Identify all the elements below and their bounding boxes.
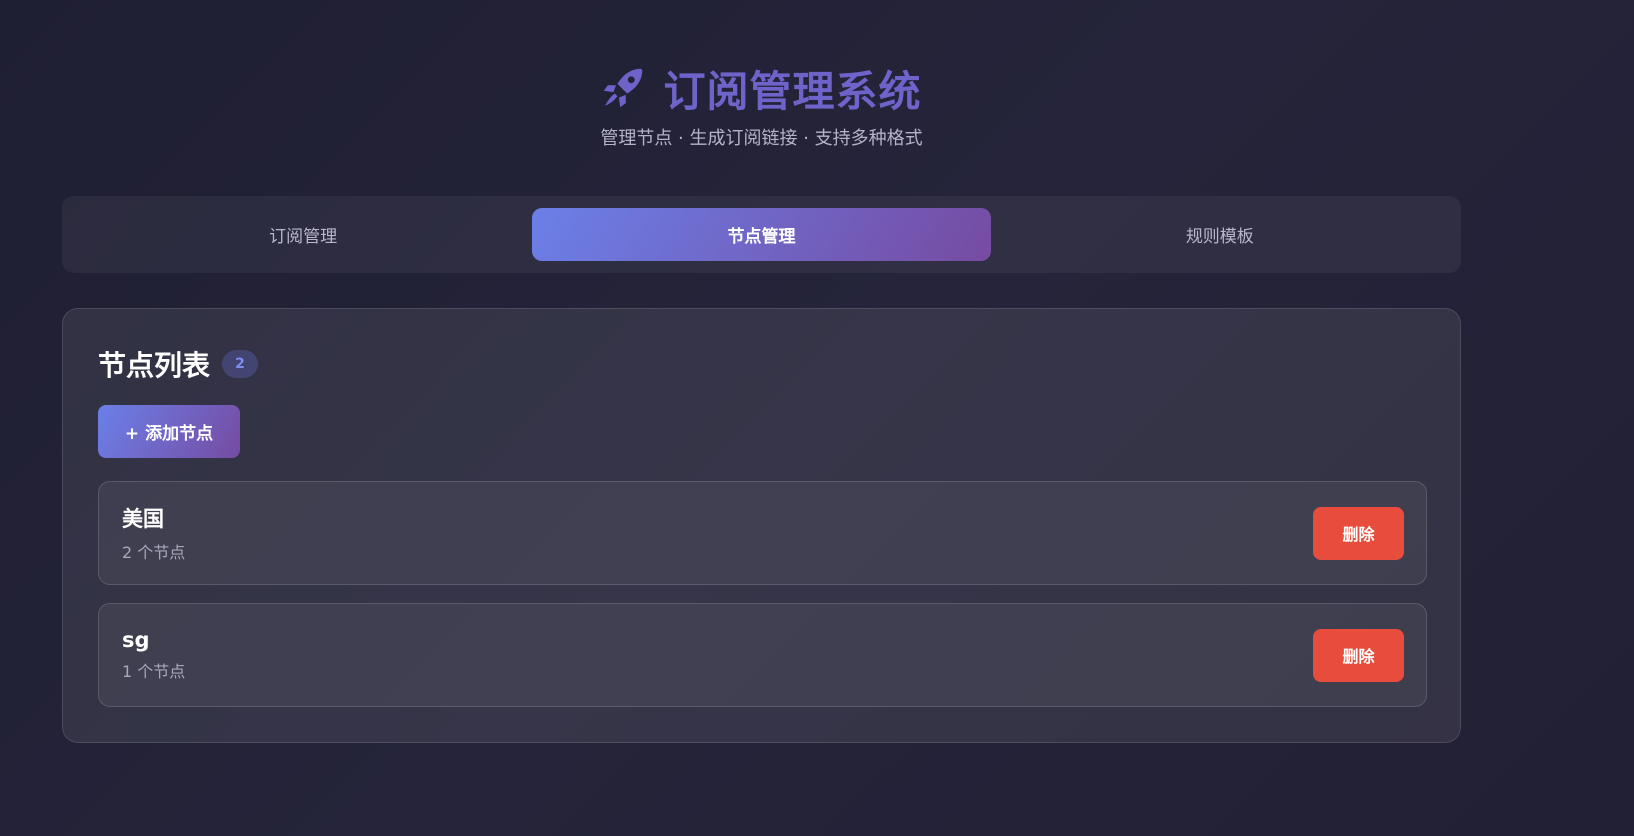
panel-header: 节点列表 2 [98, 343, 1425, 385]
tab-nodes[interactable]: 节点管理 [532, 208, 991, 261]
add-node-button[interactable]: + 添加节点 [98, 405, 240, 458]
node-count-text: 2 个节点 [122, 543, 186, 562]
node-count-badge: 2 [222, 350, 259, 378]
node-info: sg 1 个节点 [122, 628, 185, 682]
node-item[interactable]: 美国 2 个节点 删除 [98, 481, 1427, 585]
node-list: 美国 2 个节点 删除 sg 1 个节点 删除 [98, 481, 1427, 707]
tab-rule-templates[interactable]: 规则模板 [991, 208, 1449, 261]
page-subtitle: 管理节点 · 生成订阅链接 · 支持多种格式 [600, 128, 923, 149]
node-name: sg [122, 628, 150, 652]
header: 订阅管理系统 管理节点 · 生成订阅链接 · 支持多种格式 [62, 60, 1461, 150]
title-row: 订阅管理系统 [62, 60, 1461, 116]
node-item[interactable]: sg 1 个节点 删除 [98, 603, 1427, 707]
node-name: 美国 [122, 507, 164, 531]
tab-bar: 订阅管理 节点管理 规则模板 [62, 196, 1461, 273]
node-count-text: 1 个节点 [122, 662, 186, 681]
rocket-icon [601, 66, 645, 110]
panel-title: 节点列表 [98, 349, 211, 382]
node-info: 美国 2 个节点 [122, 503, 185, 563]
delete-button[interactable]: 删除 [1313, 628, 1404, 682]
delete-button[interactable]: 删除 [1313, 506, 1404, 560]
tab-subscriptions[interactable]: 订阅管理 [74, 208, 532, 261]
page-title: 订阅管理系统 [663, 66, 922, 116]
node-list-panel: 节点列表 2 + 添加节点 美国 2 个节点 删除 sg 1 个节点 删除 [62, 308, 1461, 743]
